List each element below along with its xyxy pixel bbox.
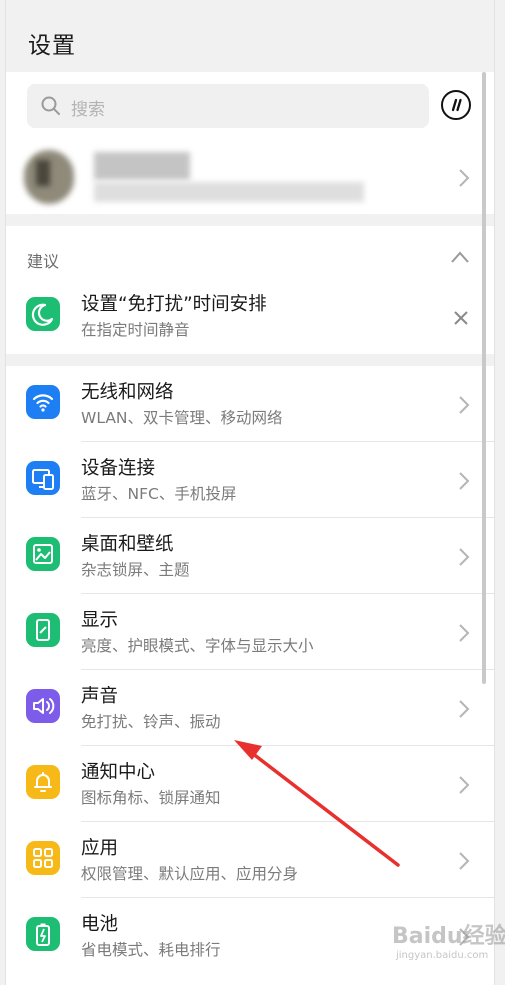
annotation-arrow [234,740,400,867]
watermark-url: jingyan.baidu.com [396,950,489,961]
watermark-logo: Baidu经验 [392,924,505,949]
watermark: Baidu经验 jingyan.baidu.com [392,918,505,961]
